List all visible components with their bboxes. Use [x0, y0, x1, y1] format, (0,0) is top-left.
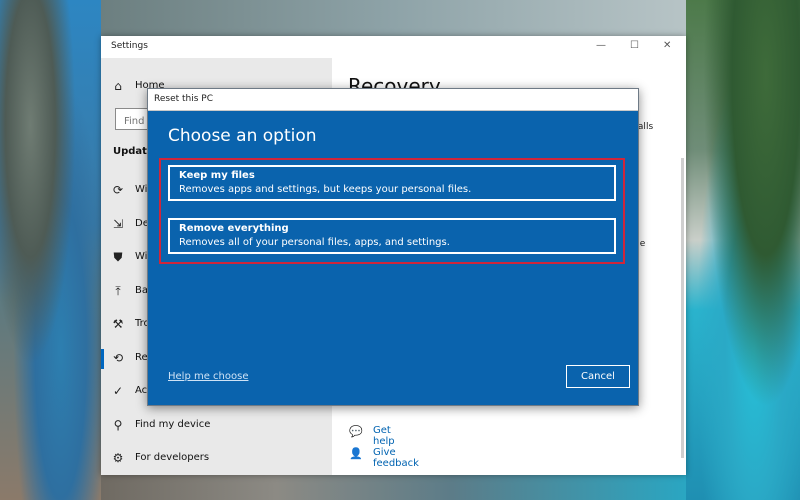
reset-pc-dialog: Reset this PC Choose an option Keep my f… [147, 88, 639, 406]
settings-titlebar[interactable]: Settings — ☐ ✕ [101, 36, 686, 58]
sidebar-item-label: Find my device [135, 419, 211, 430]
sidebar-item-label: Re [135, 352, 148, 363]
desktop-wallpaper-right [686, 0, 800, 500]
settings-window-title: Settings [111, 41, 148, 51]
desktop-wallpaper-top [101, 0, 686, 36]
developers-icon: ⚙ [112, 451, 124, 465]
main-scrollbar[interactable] [681, 158, 684, 458]
feedback-icon: 👤 [349, 447, 363, 460]
maximize-icon[interactable]: ☐ [630, 40, 639, 51]
option-title: Keep my files [179, 170, 255, 181]
option-title: Remove everything [179, 223, 289, 234]
minimize-icon[interactable]: — [596, 40, 606, 51]
cancel-button[interactable]: Cancel [566, 365, 630, 388]
sidebar-item-find-my-device[interactable]: ⚲ Find my device [101, 414, 332, 438]
option-description: Removes apps and settings, but keeps you… [179, 184, 472, 195]
remove-everything-option[interactable]: Remove everything Removes all of your pe… [168, 218, 616, 254]
backup-icon: ⤒ [115, 284, 121, 298]
sidebar-item-label: For developers [135, 452, 210, 463]
sync-icon: ⟳ [112, 183, 124, 197]
recovery-icon: ⟲ [112, 351, 124, 365]
desktop-wallpaper-left [0, 0, 101, 500]
give-feedback-label: Give feedback [373, 447, 419, 469]
dialog-titlebar[interactable]: Reset this PC [148, 89, 638, 111]
shield-icon: ⛊ [113, 250, 123, 264]
sidebar-item-for-developers[interactable]: ⚙ For developers [101, 447, 332, 471]
find-device-icon: ⚲ [113, 418, 123, 432]
desktop-wallpaper-bottom [101, 475, 686, 500]
wrench-icon: ⚒ [112, 317, 124, 331]
help-icon: 💬 [349, 425, 363, 438]
option-description: Removes all of your personal files, apps… [179, 237, 450, 248]
delivery-icon: ⇲ [112, 217, 124, 231]
home-icon: ⌂ [114, 79, 122, 93]
sidebar-item-label: Wi [135, 251, 148, 262]
sidebar-item-label: Ac [135, 385, 148, 396]
sidebar-item-label: Wi [135, 184, 148, 195]
keep-my-files-option[interactable]: Keep my files Removes apps and settings,… [168, 165, 616, 201]
get-help-label: Get help [373, 425, 395, 447]
close-icon[interactable]: ✕ [663, 40, 671, 51]
dialog-heading: Choose an option [168, 126, 317, 146]
dialog-title: Reset this PC [154, 94, 213, 104]
activation-icon: ✓ [112, 384, 124, 398]
help-me-choose-link[interactable]: Help me choose [168, 371, 248, 382]
